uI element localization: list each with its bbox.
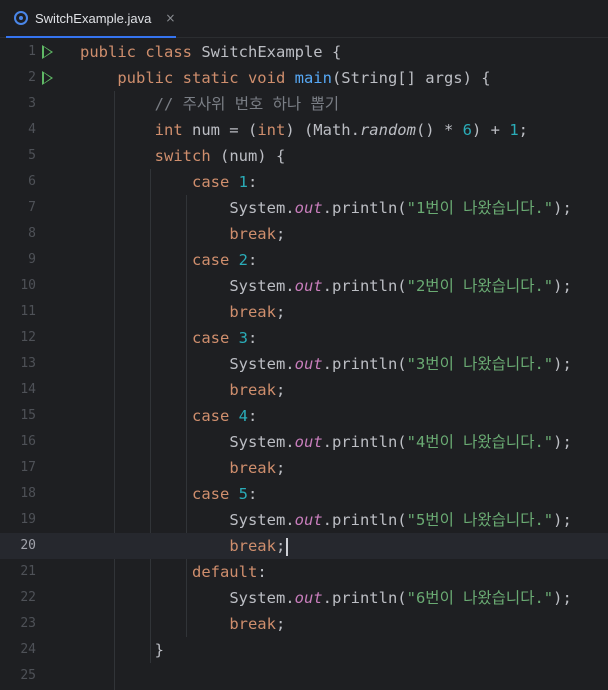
- line-number: 18: [20, 486, 36, 501]
- line-number: 10: [20, 278, 36, 293]
- line-number: 25: [20, 668, 36, 683]
- code-text: System.out.println("2번이 나왔습니다.");: [229, 277, 572, 295]
- code-line: 25: [0, 663, 608, 689]
- code-text: break;: [229, 303, 286, 321]
- line-number: 23: [20, 616, 36, 631]
- line-number: 5: [28, 148, 36, 163]
- code-text: int num = (int) (Math.random() * 6) + 1;: [154, 121, 528, 139]
- line-number: 4: [28, 122, 36, 137]
- line-number: 2: [28, 70, 36, 85]
- run-class-icon[interactable]: [42, 45, 53, 59]
- code-line: 21 default:: [0, 559, 608, 585]
- code-line: 18 case 5:: [0, 481, 608, 507]
- code-line: 17 break;: [0, 455, 608, 481]
- code-text: case 5:: [191, 485, 258, 503]
- code-line: 3 // 주사위 번호 하나 뽑기: [0, 91, 608, 117]
- line-number: 11: [20, 304, 36, 319]
- tab-label: SwitchExample.java: [35, 10, 152, 26]
- code-text: public static void main(String[] args) {: [117, 69, 491, 87]
- line-number: 9: [28, 252, 36, 267]
- code-line: 19 System.out.println("5번이 나왔습니다.");: [0, 507, 608, 533]
- code-line: 14 break;: [0, 377, 608, 403]
- run-main-icon[interactable]: [42, 71, 53, 85]
- line-number: 24: [20, 642, 36, 657]
- code-text: System.out.println("3번이 나왔습니다.");: [229, 355, 572, 373]
- code-line: 4 int num = (int) (Math.random() * 6) + …: [0, 117, 608, 143]
- code-line: 8 break;: [0, 221, 608, 247]
- code-text: default:: [191, 563, 267, 581]
- code-text: // 주사위 번호 하나 뽑기: [154, 95, 339, 113]
- line-number: 3: [28, 96, 36, 111]
- code-line: 23 break;: [0, 611, 608, 637]
- code-line: 2 public static void main(String[] args)…: [0, 65, 608, 91]
- java-class-icon: [14, 11, 28, 25]
- code-text: case 1:: [191, 173, 258, 191]
- line-number: 7: [28, 200, 36, 215]
- code-line: 12 case 3:: [0, 325, 608, 351]
- code-text: System.out.println("6번이 나왔습니다.");: [229, 589, 572, 607]
- line-number: 13: [20, 356, 36, 371]
- code-text: case 4:: [191, 407, 258, 425]
- code-text: case 2:: [191, 251, 258, 269]
- line-number: 1: [28, 44, 36, 59]
- line-number: 15: [20, 408, 36, 423]
- line-number: 12: [20, 330, 36, 345]
- code-line: 11 break;: [0, 299, 608, 325]
- line-number: 8: [28, 226, 36, 241]
- code-text: switch (num) {: [154, 147, 286, 165]
- code-line: 6 case 1:: [0, 169, 608, 195]
- text-caret: [286, 537, 289, 556]
- code-line: 13 System.out.println("3번이 나왔습니다.");: [0, 351, 608, 377]
- code-text: System.out.println("4번이 나왔습니다.");: [229, 433, 572, 451]
- code-line: 5 switch (num) {: [0, 143, 608, 169]
- code-text: System.out.println("5번이 나왔습니다.");: [229, 511, 572, 529]
- line-number: 6: [28, 174, 36, 189]
- code-line: 15 case 4:: [0, 403, 608, 429]
- code-text: break;: [229, 225, 286, 243]
- line-number: 16: [20, 434, 36, 449]
- code-text: break;: [80, 533, 289, 559]
- line-number: 21: [20, 564, 36, 579]
- line-number: 14: [20, 382, 36, 397]
- code-text: }: [154, 641, 164, 659]
- current-code-line: 20 break;: [0, 533, 608, 559]
- code-editor[interactable]: 1 public class SwitchExample { 2 public …: [0, 39, 608, 690]
- code-text: break;: [229, 615, 286, 633]
- code-line: 9 case 2:: [0, 247, 608, 273]
- code-text: public class SwitchExample {: [80, 43, 342, 61]
- code-line: 24 }: [0, 637, 608, 663]
- code-line: 16 System.out.println("4번이 나왔습니다.");: [0, 429, 608, 455]
- code-line: 1 public class SwitchExample {: [0, 39, 608, 65]
- line-number: 17: [20, 460, 36, 475]
- line-number: 19: [20, 512, 36, 527]
- code-text: break;: [229, 459, 286, 477]
- close-tab-icon[interactable]: ×: [165, 11, 175, 25]
- code-line: 10 System.out.println("2번이 나왔습니다.");: [0, 273, 608, 299]
- code-line: 22 System.out.println("6번이 나왔습니다.");: [0, 585, 608, 611]
- editor-tab-bar: SwitchExample.java ×: [0, 0, 608, 38]
- code-text: System.out.println("1번이 나왔습니다.");: [229, 199, 572, 217]
- code-text: case 3:: [191, 329, 258, 347]
- line-number: 20: [20, 538, 36, 553]
- code-line: 7 System.out.println("1번이 나왔습니다.");: [0, 195, 608, 221]
- tab-switchexample-java[interactable]: SwitchExample.java ×: [6, 0, 176, 38]
- line-number: 22: [20, 590, 36, 605]
- code-text: break;: [229, 381, 286, 399]
